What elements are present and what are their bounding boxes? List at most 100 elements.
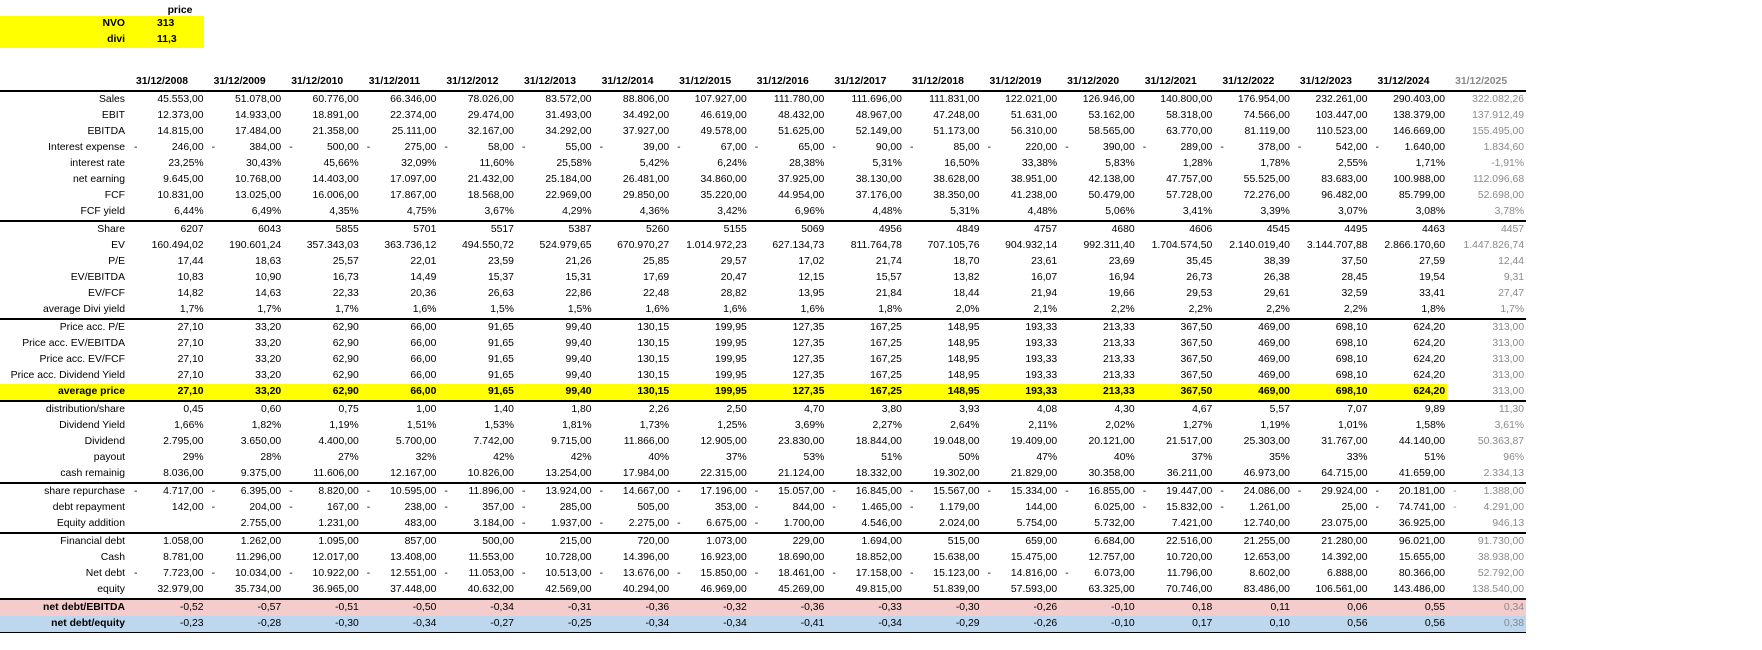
value-cell[interactable]: -0,28 [205, 616, 284, 633]
year-header-cell[interactable]: 31/12/2022 [1214, 74, 1292, 92]
value-cell[interactable]: 62,90 [283, 318, 361, 336]
value-cell[interactable]: - 289,00 [1137, 140, 1215, 156]
value-cell[interactable]: 213,33 [1059, 318, 1137, 336]
value-cell[interactable]: 1,8% [826, 302, 904, 319]
value-cell[interactable]: - 15.334,00 [981, 482, 1060, 500]
value-cell[interactable]: 12.017,00 [283, 550, 361, 566]
value-cell[interactable]: 22,86 [516, 286, 594, 302]
value-cell[interactable]: 1,6% [749, 302, 827, 319]
value-cell[interactable]: - 6.395,00 [205, 482, 284, 500]
value-cell[interactable]: -0,26 [981, 616, 1060, 633]
value-cell[interactable]: 14.392,00 [1292, 550, 1370, 566]
value-cell[interactable]: 49.815,00 [826, 582, 904, 599]
value-cell[interactable]: 10.720,00 [1137, 550, 1215, 566]
value-cell[interactable]: 1,28% [1137, 156, 1215, 172]
value-cell[interactable]: 5,83% [1059, 156, 1137, 172]
value-cell[interactable]: - 16.855,00 [1059, 482, 1137, 500]
value-cell[interactable]: 11,30 [1447, 400, 1527, 418]
row-label-cell[interactable]: Dividend [0, 434, 128, 450]
value-cell[interactable]: 698,10 [1292, 336, 1370, 352]
value-cell[interactable]: 22.374,00 [361, 108, 439, 124]
value-cell[interactable]: 367,50 [1137, 336, 1215, 352]
value-cell[interactable]: 31.767,00 [1292, 434, 1370, 450]
value-cell[interactable]: - 390,00 [1059, 140, 1137, 156]
value-cell[interactable]: 18,44 [904, 286, 982, 302]
value-cell[interactable]: 27% [283, 450, 361, 466]
value-cell[interactable]: 992.311,40 [1059, 238, 1137, 254]
value-cell[interactable]: 17,69 [594, 270, 672, 286]
value-cell[interactable]: 624,20 [1370, 336, 1448, 352]
row-label-cell[interactable]: EV/FCF [0, 286, 128, 302]
row-label-cell[interactable]: Price acc. P/E [0, 318, 128, 336]
value-cell[interactable]: 42% [438, 450, 516, 466]
value-cell[interactable]: 42.138,00 [1059, 172, 1137, 188]
value-cell[interactable]: 83.572,00 [516, 91, 594, 108]
value-cell[interactable]: 91.730,00 [1447, 532, 1527, 550]
ticker-price-cell[interactable]: 313 [128, 16, 204, 32]
value-cell[interactable]: 10.831,00 [128, 188, 206, 204]
value-cell[interactable]: 51% [1370, 450, 1448, 466]
value-cell[interactable]: 1.073,00 [671, 532, 749, 550]
value-cell[interactable]: 10.728,00 [516, 550, 594, 566]
value-cell[interactable]: 16,50% [904, 156, 982, 172]
row-label-cell[interactable]: Price acc. EV/EBITDA [0, 336, 128, 352]
value-cell[interactable]: 33,20 [206, 352, 284, 368]
value-cell[interactable]: 1,7% [1447, 302, 1526, 319]
row-label-cell[interactable]: average price [0, 384, 128, 401]
value-cell[interactable]: 2,11% [982, 418, 1060, 434]
value-cell[interactable]: 2,2% [1137, 302, 1215, 319]
value-cell[interactable]: 11.796,00 [1137, 566, 1215, 582]
value-cell[interactable]: 11,60% [438, 156, 516, 172]
value-cell[interactable]: 127,35 [748, 318, 827, 336]
value-cell[interactable]: - 220,00 [982, 140, 1060, 156]
value-cell[interactable]: 17.984,00 [594, 466, 672, 483]
value-cell[interactable]: 144,00 [982, 500, 1060, 516]
value-cell[interactable]: - 1.261,00 [1214, 500, 1292, 516]
value-cell[interactable]: - 1.179,00 [904, 500, 982, 516]
value-cell[interactable]: 45.553,00 [128, 91, 206, 108]
value-cell[interactable]: 313,00 [1447, 352, 1526, 368]
value-cell[interactable]: 91,65 [438, 336, 516, 352]
value-cell[interactable]: 60.776,00 [283, 91, 361, 108]
value-cell[interactable]: 32,09% [361, 156, 439, 172]
value-cell[interactable]: 5,31% [904, 204, 982, 221]
value-cell[interactable]: 0,06 [1291, 598, 1370, 616]
value-cell[interactable]: 28,38% [749, 156, 827, 172]
value-cell[interactable]: 25,00 [1292, 500, 1370, 516]
value-cell[interactable]: 229,00 [748, 532, 827, 550]
value-cell[interactable]: 130,15 [594, 368, 672, 384]
value-cell[interactable]: - 85,00 [904, 140, 982, 156]
value-cell[interactable]: 199,95 [671, 368, 749, 384]
value-cell[interactable]: 38.938,00 [1447, 550, 1526, 566]
value-cell[interactable]: 29.474,00 [438, 108, 516, 124]
value-cell[interactable]: 33,20 [206, 336, 284, 352]
value-cell[interactable]: -0,57 [205, 598, 284, 616]
year-header-cell[interactable]: 31/12/2016 [748, 74, 827, 92]
value-cell[interactable]: - 1.937,00 [516, 516, 594, 533]
value-cell[interactable]: 37,50 [1292, 254, 1370, 270]
value-cell[interactable]: - 13.924,00 [515, 482, 594, 500]
value-cell[interactable]: 1.447.826,74 [1447, 238, 1526, 254]
value-cell[interactable]: 1.095,00 [283, 532, 361, 550]
value-cell[interactable]: 624,20 [1369, 318, 1448, 336]
value-cell[interactable]: 2,1% [982, 302, 1060, 319]
value-cell[interactable]: -0,10 [1059, 598, 1137, 616]
value-cell[interactable]: 41.238,00 [982, 188, 1060, 204]
row-label-cell[interactable]: interest rate [0, 156, 128, 172]
value-cell[interactable]: 36.211,00 [1137, 466, 1215, 483]
value-cell[interactable]: - 17.158,00 [826, 566, 904, 582]
value-cell[interactable]: 5,06% [1059, 204, 1137, 221]
value-cell[interactable]: 2.140.019,40 [1214, 238, 1292, 254]
value-cell[interactable]: 46.973,00 [1214, 466, 1292, 483]
value-cell[interactable]: 1.262,00 [205, 532, 284, 550]
value-cell[interactable]: 1,6% [361, 302, 439, 319]
value-cell[interactable]: 57.593,00 [982, 582, 1060, 599]
value-cell[interactable]: -0,29 [903, 616, 982, 633]
value-cell[interactable]: 91,65 [438, 384, 516, 401]
value-cell[interactable]: - 18.461,00 [749, 566, 827, 582]
value-cell[interactable]: -0,50 [360, 598, 439, 616]
value-cell[interactable]: 14.815,00 [128, 124, 206, 140]
value-cell[interactable]: 624,20 [1370, 352, 1448, 368]
value-cell[interactable]: 313,00 [1447, 336, 1526, 352]
row-label-cell[interactable]: Cash [0, 550, 128, 566]
